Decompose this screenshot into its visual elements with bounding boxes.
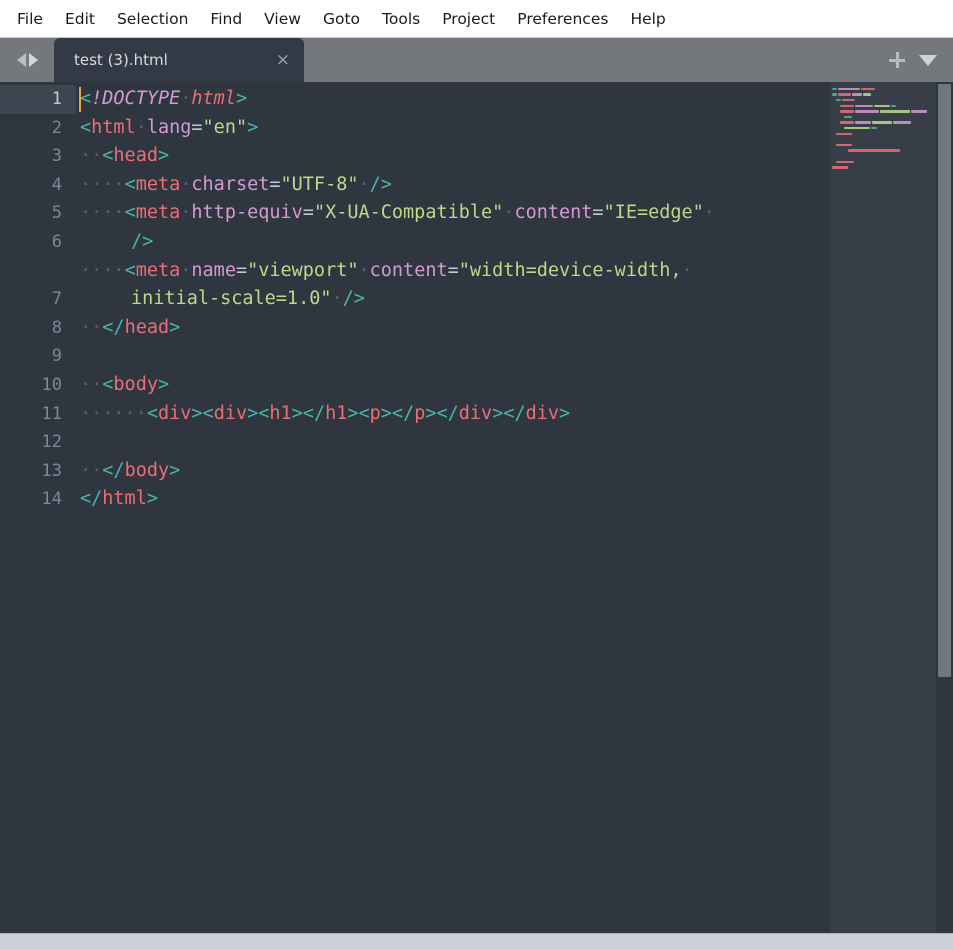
code-line-2[interactable]: <html·lang="en"> [76, 114, 953, 143]
scrollbar-thumb[interactable] [938, 84, 951, 677]
code-content[interactable]: <!DOCTYPE·html> <html·lang="en"> ··<head… [76, 82, 953, 933]
code-line-1[interactable]: <!DOCTYPE·html> [76, 85, 953, 114]
line-number: 8 [0, 314, 76, 343]
code-line-11[interactable] [76, 428, 953, 457]
code-line-13[interactable]: </html> [76, 485, 953, 514]
tab-nav-arrows [0, 38, 54, 82]
tab-test-3-html[interactable]: test (3).html × [54, 38, 304, 82]
tab-title: test (3).html [74, 51, 250, 69]
arrow-left-icon[interactable] [17, 53, 26, 67]
line-number: 6 [0, 228, 76, 257]
tab-bar: test (3).html × [0, 38, 953, 82]
code-line-9[interactable]: ··<body> [76, 371, 953, 400]
chevron-down-icon[interactable] [919, 55, 937, 66]
menu-item-preferences[interactable]: Preferences [506, 7, 619, 31]
line-number: 9 [0, 342, 76, 371]
tab-bar-spacer [304, 38, 889, 82]
sublime-text-window: File Edit Selection Find View Goto Tools… [0, 0, 953, 949]
menu-item-view[interactable]: View [253, 7, 312, 31]
plus-icon[interactable] [889, 52, 905, 68]
code-line-7[interactable]: ··</head> [76, 314, 953, 343]
line-number: 10 [0, 371, 76, 400]
line-number: 1 [0, 85, 76, 114]
line-number: 14 [0, 485, 76, 514]
code-line-8[interactable] [76, 342, 953, 371]
tab-bar-actions [889, 38, 953, 82]
menu-item-file[interactable]: File [6, 7, 54, 31]
menu-item-project[interactable]: Project [431, 7, 506, 31]
line-number: 13 [0, 457, 76, 486]
line-number-gutter: 1 2 3 4 5 6 7 8 9 10 11 12 13 14 [0, 82, 76, 933]
line-number: 11 [0, 400, 76, 429]
line-number: 5 [0, 199, 76, 228]
arrow-right-icon[interactable] [29, 53, 38, 67]
code-line-4[interactable]: ····<meta·charset="UTF-8"·/> [76, 171, 953, 200]
line-number: 7 [0, 285, 76, 314]
vertical-scrollbar[interactable] [936, 82, 953, 933]
status-bar [0, 933, 953, 949]
close-icon[interactable]: × [276, 52, 290, 69]
menu-item-edit[interactable]: Edit [54, 7, 106, 31]
menu-bar: File Edit Selection Find View Goto Tools… [0, 0, 953, 38]
code-line-14[interactable] [76, 514, 953, 543]
menu-item-tools[interactable]: Tools [371, 7, 431, 31]
code-line-10[interactable]: ······<div><div><h1></h1><p></p></div></… [76, 400, 953, 429]
menu-item-selection[interactable]: Selection [106, 7, 199, 31]
editor-area: 1 2 3 4 5 6 7 8 9 10 11 12 13 14 <!DOCTY… [0, 82, 953, 933]
line-number: 3 [0, 142, 76, 171]
line-number: 4 [0, 171, 76, 200]
code-line-6[interactable]: ····<meta·name="viewport"·content="width… [76, 257, 953, 314]
text-cursor [79, 87, 81, 112]
code-line-5[interactable]: ····<meta·http-equiv="X-UA-Compatible"·c… [76, 199, 953, 256]
menu-item-help[interactable]: Help [619, 7, 676, 31]
code-line-12[interactable]: ··</body> [76, 457, 953, 486]
line-number: 12 [0, 428, 76, 457]
line-number: 2 [0, 114, 76, 143]
menu-item-goto[interactable]: Goto [312, 7, 371, 31]
menu-item-find[interactable]: Find [199, 7, 253, 31]
code-line-3[interactable]: ··<head> [76, 142, 953, 171]
